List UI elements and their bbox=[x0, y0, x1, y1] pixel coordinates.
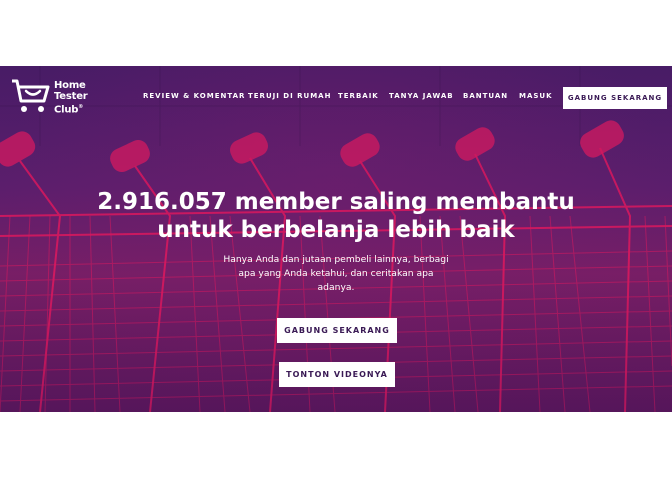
logo-line-1: Home bbox=[54, 80, 86, 91]
hero-subtitle-line-1: Hanya Anda dan jutaan pembeli lainnya, b… bbox=[223, 254, 449, 265]
nav-item-terbaik[interactable]: TERBAIK bbox=[338, 92, 379, 100]
logo-line-2: Tester bbox=[54, 91, 88, 102]
nav-item-teruji-di-rumah[interactable]: TERUJI DI RUMAH bbox=[248, 92, 331, 100]
hero-subtitle-line-2: apa yang Anda ketahui, dan ceritakan apa bbox=[238, 268, 434, 279]
watch-video-button[interactable]: TONTON VIDEONYA bbox=[279, 362, 395, 387]
hero-subtitle: Hanya Anda dan jutaan pembeli lainnya, b… bbox=[216, 253, 456, 295]
home-tester-club-logo[interactable]: Home Tester Club® bbox=[10, 78, 110, 118]
nav-join-button[interactable]: GABUNG SEKARANG bbox=[563, 87, 667, 109]
hero-headline: 2.916.057 member saling membantu untuk b… bbox=[0, 188, 672, 244]
hero-section: Home Tester Club® REVIEW & KOMENTAR TERU… bbox=[0, 66, 672, 412]
hero-headline-line-2: untuk berbelanja lebih baik bbox=[157, 217, 515, 243]
logo-wordmark: Home Tester Club® bbox=[54, 80, 88, 115]
hero-headline-line-1: 2.916.057 member saling membantu bbox=[97, 189, 575, 215]
shopping-cart-smile-icon bbox=[12, 79, 50, 112]
nav-item-review-komentar[interactable]: REVIEW & KOMENTAR bbox=[143, 92, 245, 100]
hero-subtitle-line-3: adanya. bbox=[317, 282, 355, 293]
nav-item-tanya-jawab[interactable]: TANYA JAWAB bbox=[389, 92, 454, 100]
logo-line-3: Club® bbox=[54, 104, 84, 116]
nav-item-bantuan[interactable]: BANTUAN bbox=[463, 92, 508, 100]
hero-join-button[interactable]: GABUNG SEKARANG bbox=[277, 318, 397, 343]
nav-item-masuk[interactable]: MASUK bbox=[519, 92, 553, 100]
